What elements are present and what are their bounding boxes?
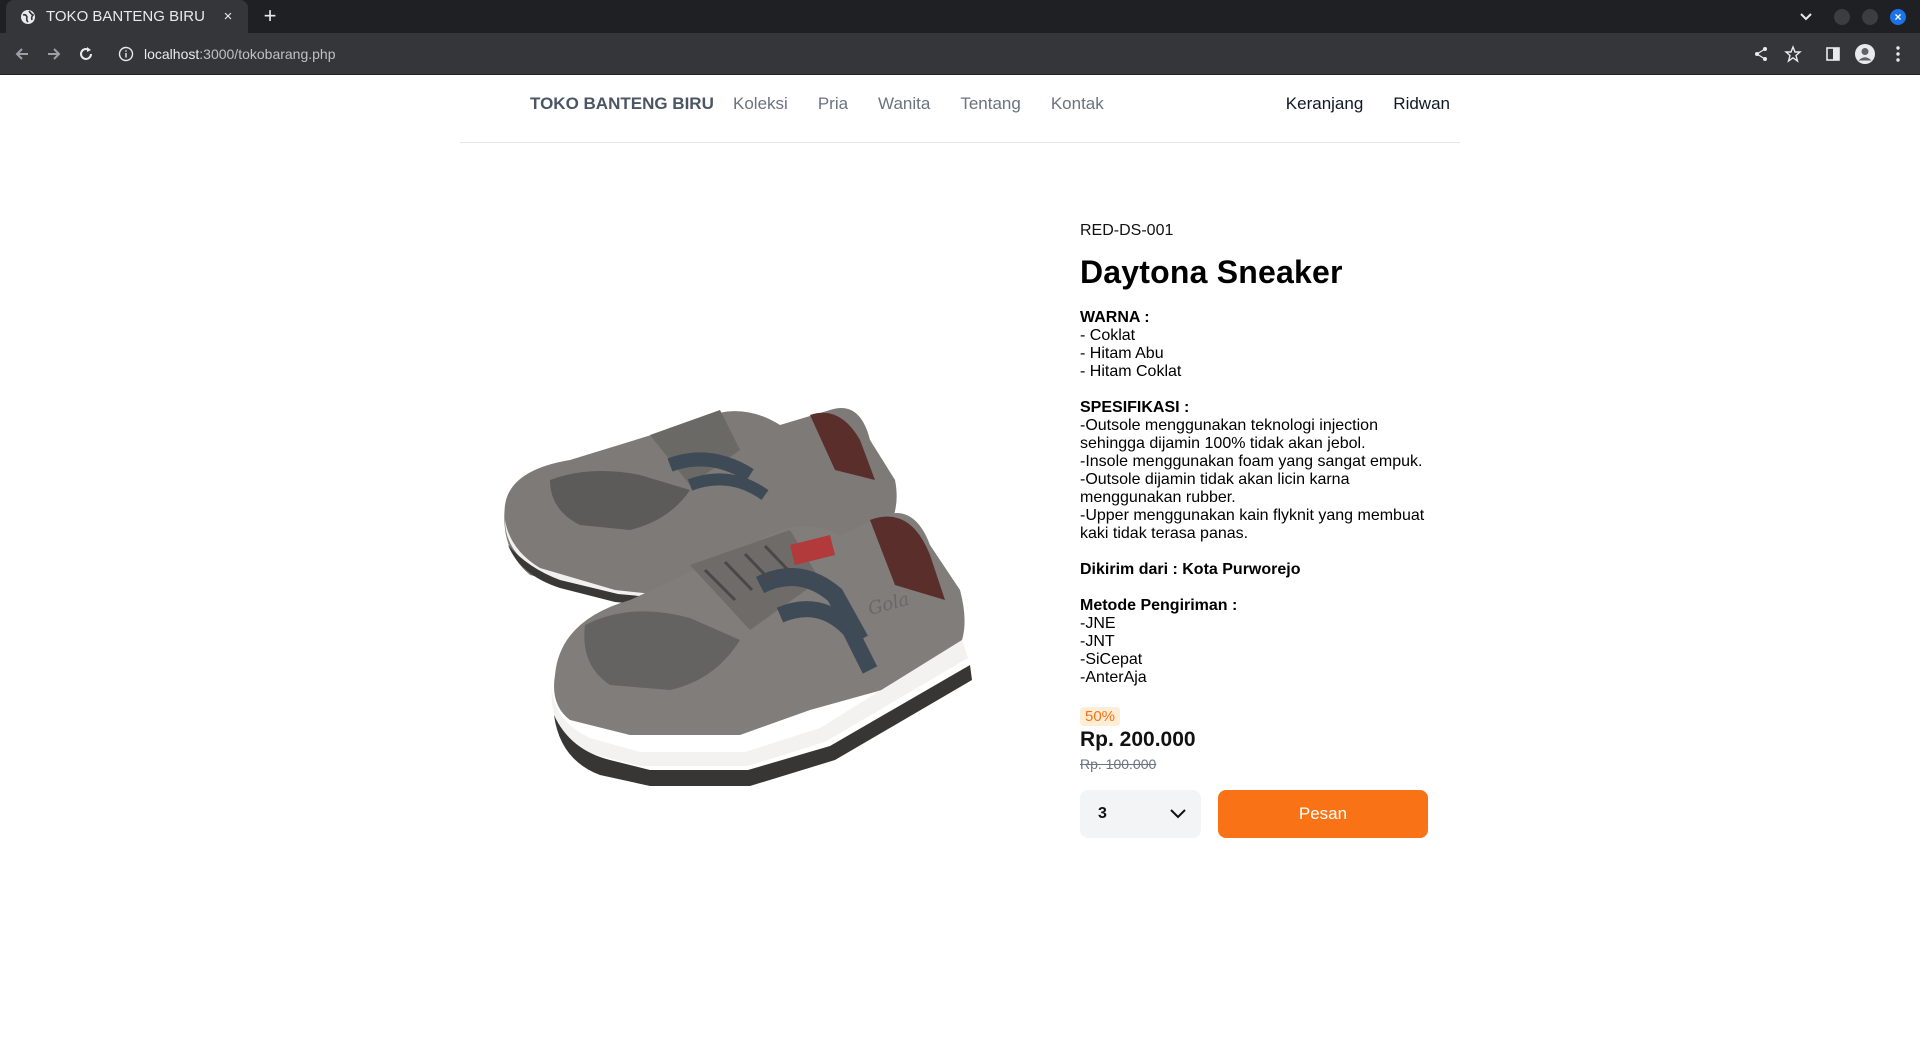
shipping-heading: Metode Pengiriman :	[1080, 597, 1238, 614]
product-sku: RED-DS-001	[1080, 222, 1174, 239]
reload-button[interactable]	[74, 42, 98, 66]
tab-close-icon[interactable]: ×	[220, 8, 236, 25]
kebab-menu-icon	[1896, 46, 1900, 62]
product-description: WARNA : - Coklat - Hitam Abu - Hitam Cok…	[1080, 309, 1440, 687]
arrow-left-icon	[15, 48, 28, 60]
user-link[interactable]: Ridwan	[1393, 94, 1450, 114]
share-button[interactable]	[1749, 42, 1773, 66]
maximize-button[interactable]	[1862, 0, 1878, 33]
profile-button[interactable]	[1853, 42, 1877, 66]
shipped-from: Dikirim dari : Kota Purworejo	[1080, 561, 1301, 578]
product-title: Daytona Sneaker	[1080, 254, 1343, 290]
spec-item: -Insole menggunakan foam yang sangat emp…	[1080, 453, 1423, 470]
share-icon	[1755, 47, 1767, 61]
nav-right: Keranjang Ridwan	[1256, 94, 1450, 114]
menu-button[interactable]	[1886, 42, 1910, 66]
product-info: RED-DS-001 Daytona Sneaker WARNA : - Cok…	[1080, 222, 1440, 838]
shipping-method: -AnterAja	[1080, 669, 1147, 686]
tab-title: TOKO BANTENG BIRU	[46, 8, 205, 25]
nav-link-pria[interactable]: Pria	[818, 94, 848, 114]
color-item: - Hitam Abu	[1080, 345, 1164, 362]
browser-toolbar: localhost:3000/tokobarang.php	[0, 33, 1920, 75]
shipping-method: -JNT	[1080, 633, 1115, 650]
globe-icon	[20, 9, 36, 25]
window-close-button[interactable]: ×	[1890, 0, 1906, 33]
close-icon: ×	[1890, 8, 1906, 25]
new-tab-button[interactable]: +	[258, 5, 282, 29]
nav-link-tentang[interactable]: Tentang	[960, 94, 1021, 114]
discount-badge: 50%	[1080, 707, 1121, 726]
site-navbar: TOKO BANTENG BIRU Koleksi Pria Wanita Te…	[460, 75, 1460, 143]
spec-item: -Outsole dijamin tidak akan licin karna …	[1080, 471, 1350, 506]
url-path: :3000/tokobarang.php	[199, 46, 336, 62]
side-panel-icon	[1826, 47, 1840, 61]
product-image: Gola	[490, 340, 1000, 800]
minimize-button[interactable]	[1834, 0, 1850, 33]
side-panel-button[interactable]	[1821, 42, 1845, 66]
forward-button[interactable]	[42, 42, 66, 66]
info-icon[interactable]	[118, 46, 134, 62]
site-brand[interactable]: TOKO BANTENG BIRU	[530, 94, 714, 114]
nav-link-wanita[interactable]: Wanita	[878, 94, 930, 114]
spec-item: -Upper menggunakan kain flyknit yang mem…	[1080, 507, 1425, 542]
chevron-down-icon	[1800, 12, 1812, 20]
color-item: - Hitam Coklat	[1080, 363, 1182, 380]
arrow-right-icon	[48, 48, 61, 60]
nav-link-kontak[interactable]: Kontak	[1051, 94, 1104, 114]
bookmark-button[interactable]	[1781, 42, 1805, 66]
color-heading: WARNA :	[1080, 309, 1150, 326]
page-content: TOKO BANTENG BIRU Koleksi Pria Wanita Te…	[0, 75, 1920, 1049]
chevron-down-icon	[1170, 809, 1186, 819]
browser-tab[interactable]: TOKO BANTENG BIRU ×	[6, 0, 248, 33]
cart-link[interactable]: Keranjang	[1286, 94, 1364, 114]
star-icon	[1784, 45, 1802, 63]
browser-tab-strip: TOKO BANTENG BIRU × + ×	[0, 0, 1920, 33]
product-price: Rp. 200.000	[1080, 728, 1196, 751]
avatar-icon	[1855, 44, 1875, 64]
address-bar[interactable]: localhost:3000/tokobarang.php	[110, 37, 1775, 71]
quantity-value: 3	[1098, 805, 1107, 822]
spec-item: -Outsole menggunakan teknologi injection…	[1080, 417, 1378, 452]
spec-heading: SPESIFIKASI :	[1080, 399, 1190, 416]
purchase-actions: 3 Pesan	[1080, 790, 1440, 838]
url-host: localhost	[144, 46, 200, 62]
shipping-method: -JNE	[1080, 615, 1116, 632]
color-item: - Coklat	[1080, 327, 1136, 344]
nav-links: Koleksi Pria Wanita Tentang Kontak	[733, 94, 1134, 114]
nav-link-koleksi[interactable]: Koleksi	[733, 94, 788, 114]
shipping-method: -SiCepat	[1080, 651, 1143, 668]
url-text: localhost:3000/tokobarang.php	[144, 46, 336, 62]
back-button[interactable]	[10, 42, 34, 66]
original-price: Rp. 100.000	[1080, 756, 1157, 772]
reload-icon	[80, 47, 92, 60]
order-button[interactable]: Pesan	[1218, 790, 1428, 838]
quantity-select[interactable]: 3	[1080, 790, 1201, 838]
tab-search-button[interactable]	[1798, 0, 1814, 33]
